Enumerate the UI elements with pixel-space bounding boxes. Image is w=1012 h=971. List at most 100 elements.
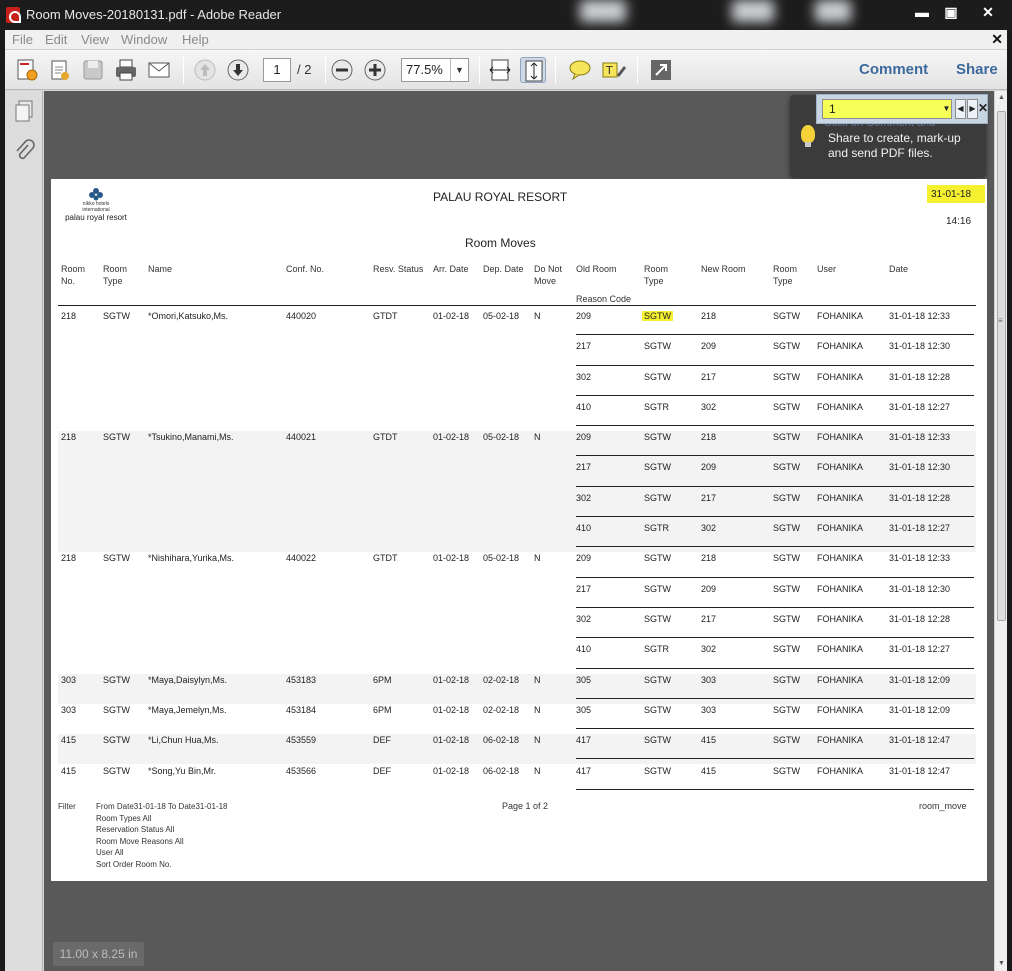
table-row: 415 SGTW *Song,Yu Bin,Mr. 453566 DEF 01-02-18… (58, 765, 976, 795)
report-date: 31-01-18 (927, 185, 985, 203)
menu-help[interactable]: Help (182, 32, 209, 47)
scrollbar-thumb[interactable] (997, 111, 1006, 621)
chevron-down-icon[interactable]: ▼ (450, 59, 468, 81)
guest-name-cell: *Omori,Katsuko,Ms. (148, 311, 229, 321)
zoom-select[interactable]: 77.5% ▼ (401, 58, 469, 82)
highlight-text-icon[interactable]: T (600, 57, 626, 83)
new-room-type-cell: SGTW (773, 401, 800, 412)
new-room-type-cell: SGTW (773, 644, 800, 655)
new-room-type-cell: SGTW (773, 523, 800, 534)
save-icon[interactable] (80, 57, 106, 83)
share-link[interactable]: Share (956, 61, 998, 78)
header-user: User (817, 264, 837, 274)
filter-line: Room Types All (96, 813, 152, 823)
room-no-cell: 218 (61, 553, 77, 564)
scroll-up-arrow-icon[interactable]: ▲ (998, 94, 1005, 101)
new-room-cell: 302 (701, 401, 717, 412)
previous-page-icon[interactable] (192, 57, 218, 83)
filter-line: Sort Order Room No. (96, 859, 172, 869)
guest-name-cell: *Maya,Daisylyn,Ms. (148, 674, 228, 685)
vertical-scrollbar[interactable]: ▲ ≡ ▼ (994, 91, 1007, 971)
new-room-cell: 209 (701, 462, 717, 473)
callout-tip: Share to create, mark-up and send PDF fi… (828, 131, 961, 160)
fit-width-icon[interactable] (487, 57, 513, 83)
find-bar: 1 ▼ ◀ ▶ ✕ (816, 94, 988, 124)
new-room-cell: 209 (701, 583, 717, 594)
email-icon[interactable] (146, 57, 172, 83)
old-room-cell: 305 (576, 674, 592, 685)
create-pdf-icon[interactable] (14, 57, 40, 83)
room-no-cell: 218 (61, 311, 77, 321)
user-cell: FOHANIKA (817, 341, 864, 352)
do-not-move-cell: N (534, 674, 541, 685)
new-room-cell: 209 (701, 341, 717, 352)
room-type-cell: SGTW (103, 735, 130, 746)
pages-panel-icon[interactable] (13, 99, 35, 123)
move-date-cell: 31-01-18 12:33 (889, 432, 951, 443)
conf-no-cell: 440021 (286, 432, 317, 443)
dep-date-cell: 05-02-18 (483, 432, 520, 443)
conf-no-cell: 453183 (286, 674, 317, 685)
dep-date-cell: 02-02-18 (483, 674, 520, 685)
table-row: 415 SGTW *Li,Chun Hua,Ms. 453559 DEF 01-02-18… (58, 734, 976, 765)
room-no-cell: 303 (61, 674, 77, 685)
expand-icon[interactable] (648, 57, 674, 83)
move-date-cell: 31-01-18 12:28 (889, 371, 951, 382)
page-number-input[interactable]: 1 (263, 58, 291, 82)
zoom-out-icon[interactable] (329, 57, 355, 83)
old-room-type-cell: SGTR (644, 644, 670, 655)
old-room-cell: 302 (576, 613, 592, 624)
comment-link[interactable]: Comment (859, 61, 928, 78)
find-next-button[interactable]: ▶ (967, 99, 978, 119)
old-room-cell: 217 (576, 341, 592, 352)
attachments-icon[interactable] (13, 139, 35, 163)
row-divider (576, 637, 974, 639)
header-conf-no: Conf. No. (286, 264, 325, 274)
move-date-cell: 31-01-18 12:09 (889, 704, 951, 715)
new-room-cell: 218 (701, 311, 717, 321)
new-room-cell: 217 (701, 371, 717, 382)
user-cell: FOHANIKA (817, 735, 864, 746)
old-room-cell: 302 (576, 371, 592, 382)
old-room-cell: 209 (576, 432, 592, 443)
menu-window[interactable]: Window (121, 32, 167, 47)
room-type-cell: SGTW (103, 674, 130, 685)
new-room-type-cell: SGTW (773, 583, 800, 594)
close-document-button[interactable]: ✕ (991, 31, 1003, 48)
find-previous-button[interactable]: ◀ (955, 99, 966, 119)
row-divider (576, 394, 974, 396)
old-room-cell: 410 (576, 644, 592, 655)
maximize-button[interactable]: ▣ (939, 3, 963, 21)
header-room-type: Room Type (103, 264, 128, 286)
header-arr-date: Arr. Date (433, 264, 469, 274)
find-input[interactable]: 1 (822, 99, 952, 119)
header-rule (58, 305, 976, 306)
scroll-down-arrow-icon[interactable]: ▼ (998, 960, 1005, 967)
next-page-icon[interactable] (225, 57, 251, 83)
header-resv-status: Resv. Status (373, 264, 424, 274)
zoom-in-icon[interactable] (362, 57, 388, 83)
new-room-type-cell: SGTW (773, 432, 800, 443)
svg-text:T: T (605, 64, 613, 77)
sticky-note-icon[interactable] (567, 57, 593, 83)
menu-file[interactable]: File (12, 32, 33, 47)
menu-edit[interactable]: Edit (45, 32, 67, 47)
resv-status-cell: GTDT (373, 553, 398, 564)
print-icon[interactable] (113, 57, 139, 83)
fit-page-icon[interactable] (520, 57, 546, 83)
find-close-button[interactable]: ✕ (978, 101, 988, 115)
header-name: Name (148, 264, 173, 274)
pdf-page: nikko hotels international palau royal r… (51, 179, 987, 881)
open-file-icon[interactable] (47, 57, 73, 83)
menu-view[interactable]: View (81, 32, 109, 47)
new-room-type-cell: SGTW (773, 674, 800, 685)
move-date-cell: 31-01-18 12:27 (889, 644, 951, 655)
header-new-room: New Room (701, 264, 746, 274)
move-date-cell: 31-01-18 12:09 (889, 674, 951, 685)
move-date-cell: 31-01-18 12:27 (889, 401, 951, 412)
user-cell: FOHANIKA (817, 492, 864, 503)
minimize-button[interactable]: ▬ (910, 3, 934, 21)
close-window-button[interactable]: ✕ (976, 3, 1000, 21)
find-dropdown-icon[interactable]: ▼ (941, 99, 952, 119)
hotel-logo: nikko hotels international palau royal r… (61, 187, 131, 222)
